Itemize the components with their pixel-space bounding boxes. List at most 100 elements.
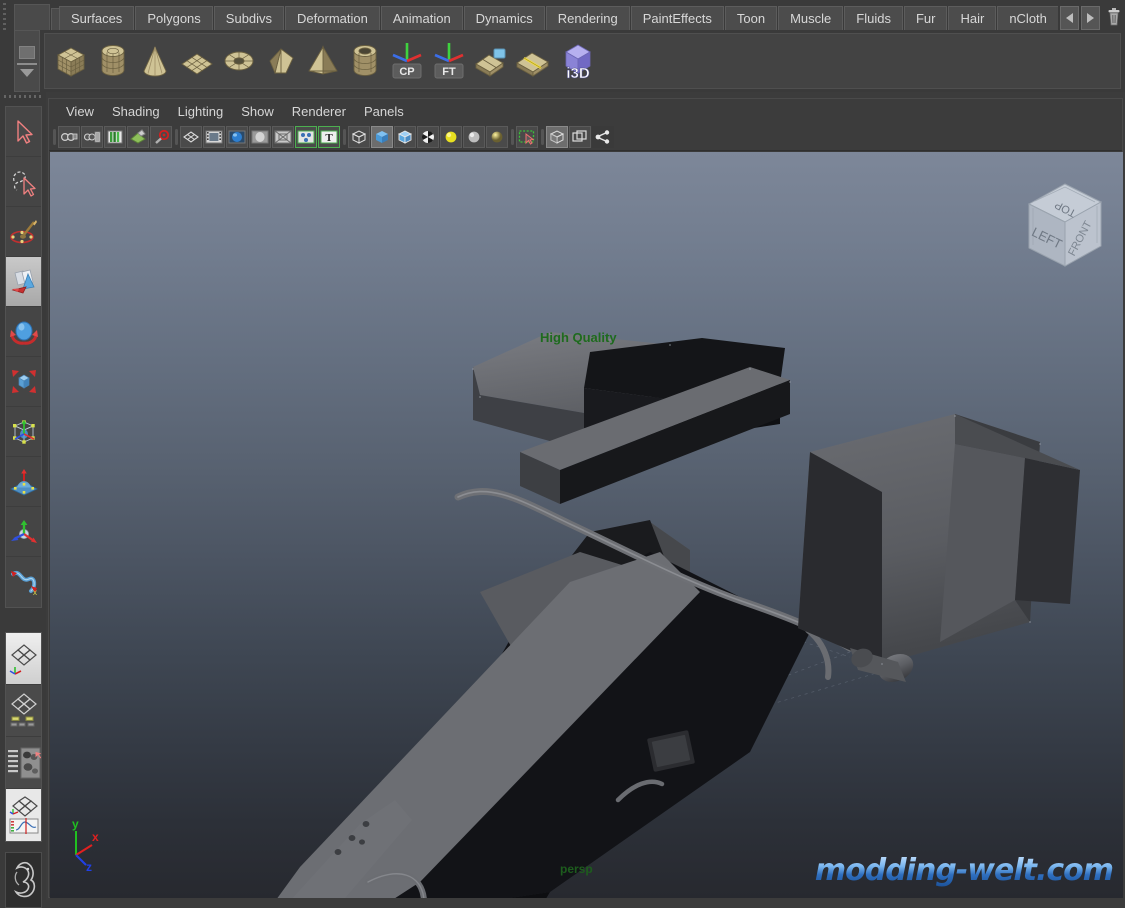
shelf-tab-deformation[interactable]: Deformation <box>285 6 380 30</box>
shelf-tab-rendering[interactable]: Rendering <box>546 6 630 30</box>
lasso-select-tool[interactable] <box>6 157 41 207</box>
smooth-shade-all-icon[interactable] <box>371 126 393 148</box>
polygon-plane-icon[interactable] <box>177 37 217 85</box>
polygon-cone-icon[interactable] <box>135 37 175 85</box>
viewport-menu-lighting[interactable]: Lighting <box>169 102 233 121</box>
shelf-tab-ncloth[interactable]: nCloth <box>997 6 1058 30</box>
move-tool[interactable] <box>6 257 41 307</box>
polygon-cube-icon[interactable] <box>51 37 91 85</box>
viewport-menu-show[interactable]: Show <box>232 102 283 121</box>
insert-edge-loop-icon[interactable] <box>513 37 553 85</box>
toolbar-separator[interactable] <box>509 128 515 146</box>
toolbar-separator[interactable] <box>173 128 179 146</box>
i3d-export-icon[interactable]: i3D <box>555 38 601 84</box>
shelf-tab-muscle[interactable]: Muscle <box>778 6 843 30</box>
shelf-drag-handle[interactable] <box>0 0 12 30</box>
wireframe-icon[interactable] <box>348 126 370 148</box>
scale-tool[interactable] <box>6 357 41 407</box>
viewport-toolbar: T <box>49 124 1122 151</box>
two-d-pan-zoom-icon[interactable] <box>150 126 172 148</box>
toolbox-transform-group: x <box>5 106 42 608</box>
create-cp-icon[interactable]: CP <box>387 37 427 85</box>
axis-gizmo: y x z <box>62 815 118 876</box>
shelf-tab-surfaces[interactable]: Surfaces <box>59 6 134 30</box>
split-polygon-icon[interactable] <box>471 37 511 85</box>
use-default-lighting-icon[interactable] <box>440 126 462 148</box>
shelf-tab-animation[interactable]: Animation <box>381 6 463 30</box>
shelf-menu-square <box>19 46 35 59</box>
shelf-tab-fur[interactable]: Fur <box>904 6 948 30</box>
shelf-tab-dynamics[interactable]: Dynamics <box>464 6 545 30</box>
universal-manipulator-tool[interactable] <box>6 407 41 457</box>
smooth-shade-wireframe-icon[interactable] <box>394 126 416 148</box>
shelf-collapse-control[interactable] <box>14 30 40 92</box>
shelf-delete-button[interactable] <box>1103 4 1125 30</box>
paint-select-tool[interactable] <box>6 207 41 257</box>
grid-toggle-icon[interactable] <box>180 126 202 148</box>
soft-modification-tool[interactable] <box>6 457 41 507</box>
isolate-select-icon[interactable] <box>516 126 538 148</box>
select-camera-icon[interactable] <box>58 126 80 148</box>
viewport-panel: ViewShadingLightingShowRendererPanels <box>48 98 1123 898</box>
shelf-tab-polygons[interactable]: Polygons <box>135 6 212 30</box>
viewport-menu-view[interactable]: View <box>57 102 103 121</box>
rotate-tool[interactable] <box>6 307 41 357</box>
svg-text:i3D: i3D <box>566 65 590 82</box>
svg-text:T: T <box>325 132 333 144</box>
shelf-options-box[interactable] <box>14 4 50 30</box>
safe-action-icon[interactable] <box>295 126 317 148</box>
create-ft-icon[interactable]: FT <box>429 37 469 85</box>
layout-single-perspective[interactable] <box>6 633 41 685</box>
toolbar-separator[interactable] <box>341 128 347 146</box>
viewport-menu-shading[interactable]: Shading <box>103 102 169 121</box>
bookmark-icon[interactable] <box>104 126 126 148</box>
viewport-menu-renderer[interactable]: Renderer <box>283 102 355 121</box>
viewcube[interactable]: TOP LEFT FRONT <box>1015 170 1111 279</box>
move-normal-tool[interactable] <box>6 507 41 557</box>
shelf-prev-tab-button[interactable] <box>1060 6 1079 30</box>
image-plane-icon[interactable] <box>127 126 149 148</box>
trailer-model <box>50 152 1123 898</box>
viewport-3d-canvas[interactable]: High Quality persp y x z <box>50 152 1123 898</box>
shelf-next-tab-button[interactable] <box>1081 6 1100 30</box>
safe-title-icon[interactable]: T <box>318 126 340 148</box>
shelf-tab-list: SurfacesPolygonsSubdivsDeformationAnimat… <box>59 0 1058 30</box>
layout-hypershade-persp[interactable] <box>6 737 41 789</box>
xray-icon[interactable] <box>546 126 568 148</box>
exposure-icon[interactable] <box>592 126 614 148</box>
show-manipulator-tool[interactable]: x <box>6 557 41 607</box>
use-all-lights-icon[interactable] <box>463 126 485 148</box>
toolbox-drag-handle[interactable] <box>4 92 42 102</box>
shelf-tab-toon[interactable]: Toon <box>725 6 777 30</box>
polygon-prism-icon[interactable] <box>261 37 301 85</box>
polygon-torus-icon[interactable] <box>219 37 259 85</box>
select-tool[interactable] <box>6 107 41 157</box>
chevron-down-icon <box>20 69 34 77</box>
camera-attributes-icon[interactable] <box>81 126 103 148</box>
layout-persp-outliner[interactable] <box>6 685 41 737</box>
trash-icon <box>1106 7 1122 27</box>
gate-mask-icon[interactable] <box>249 126 271 148</box>
viewport-menu-panels[interactable]: Panels <box>355 102 413 121</box>
shadows-icon[interactable] <box>486 126 508 148</box>
polygon-pipe-icon[interactable] <box>345 37 385 85</box>
field-chart-icon[interactable] <box>272 126 294 148</box>
shelf-tab-fluids[interactable]: Fluids <box>844 6 903 30</box>
polygon-pyramid-icon[interactable] <box>303 37 343 85</box>
film-gate-icon[interactable] <box>203 126 225 148</box>
hardware-texturing-icon[interactable] <box>417 126 439 148</box>
toolbar-separator[interactable] <box>51 128 57 146</box>
maya-logo-button[interactable] <box>6 853 41 907</box>
shelf-tab-hair[interactable]: Hair <box>948 6 996 30</box>
resolution-gate-icon[interactable] <box>226 126 248 148</box>
xray-joints-icon[interactable] <box>569 126 591 148</box>
shelf-divider <box>17 63 37 65</box>
shelf-tab-painteffects[interactable]: PaintEffects <box>631 6 724 30</box>
layout-persp-graph[interactable] <box>6 789 41 841</box>
shelf-icon-row: CP FT <box>0 30 1125 92</box>
toolbar-separator[interactable] <box>539 128 545 146</box>
shelf-tab-subdivs[interactable]: Subdivs <box>214 6 284 30</box>
svg-text:CP: CP <box>399 66 414 78</box>
axis-z-label: z <box>86 860 92 871</box>
polygon-cylinder-icon[interactable] <box>93 37 133 85</box>
